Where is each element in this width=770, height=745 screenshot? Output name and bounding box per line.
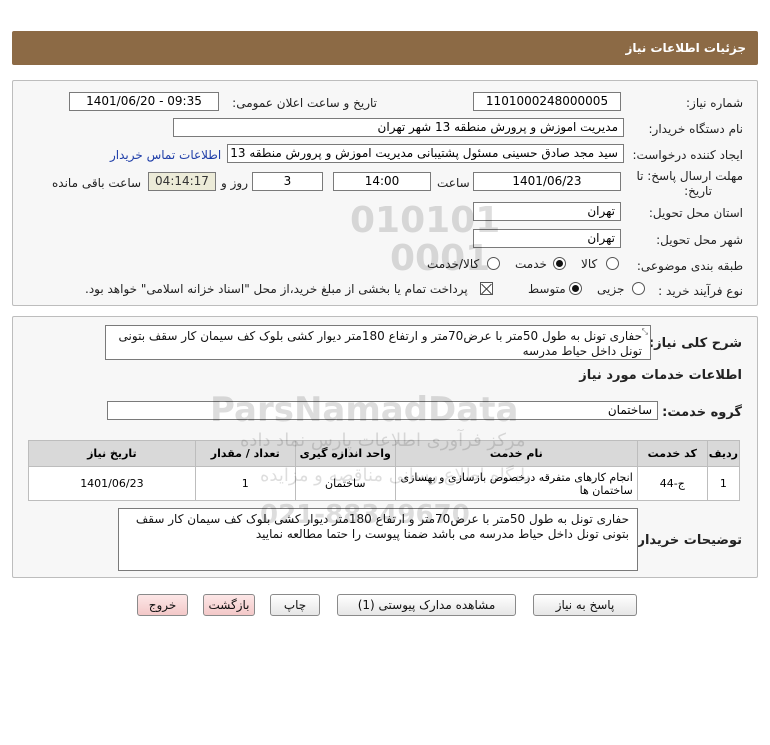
respond-button[interactable]: پاسخ به نیاز bbox=[533, 594, 637, 616]
buyer-org-label: نام دستگاه خریدار: bbox=[648, 122, 744, 136]
print-button[interactable]: چاپ bbox=[270, 594, 320, 616]
services-section-title: اطلاعات خدمات مورد نیاز bbox=[579, 368, 742, 383]
deadline-label: مهلت ارسال پاسخ: تا bbox=[636, 169, 743, 183]
buyer-notes-text: حفاری تونل به طول 50متر با عرض70متر و ار… bbox=[135, 512, 629, 541]
process-label: نوع فرآیند خرید : bbox=[658, 284, 743, 298]
buyer-org-field: مدیریت اموزش و پرورش منطقه 13 شهر تهران bbox=[173, 118, 624, 137]
announce-label: تاریخ و ساعت اعلان عمومی: bbox=[232, 96, 377, 110]
col-date: تاریخ نیاز bbox=[28, 440, 196, 467]
col-code: کد خدمت bbox=[636, 440, 708, 467]
category-radio-goods[interactable] bbox=[606, 257, 619, 270]
province-label: استان محل تحویل: bbox=[648, 206, 743, 220]
col-qty: تعداد / مقدار bbox=[194, 440, 296, 467]
col-index: ردیف bbox=[706, 440, 741, 467]
cell-code: ج-44 bbox=[636, 466, 708, 501]
col-unit: واحد اندازه گیری bbox=[294, 440, 396, 467]
exit-button[interactable]: خروج bbox=[137, 594, 188, 616]
buyer-notes-label: توضیحات خریدار: bbox=[632, 533, 742, 548]
contact-buyer-link[interactable]: اطلاعات تماس خریدار bbox=[110, 148, 221, 162]
cell-unit: ساختمان bbox=[294, 466, 396, 501]
service-group-field: ساختمان bbox=[107, 401, 658, 420]
creator-label: ایجاد کننده درخواست: bbox=[632, 148, 743, 162]
process-option-minor: جزیی bbox=[597, 282, 625, 296]
days-field: 3 bbox=[252, 172, 323, 191]
remaining-time-field: 04:14:17 bbox=[148, 172, 216, 191]
col-name: نام خدمت bbox=[394, 440, 638, 467]
city-label: شهر محل تحویل: bbox=[656, 233, 743, 247]
need-number-label: شماره نیاز: bbox=[686, 96, 743, 110]
summary-textarea: حفاری تونل به طول 50متر با عرض70متر و ار… bbox=[105, 325, 651, 360]
need-number-field: 1101000248000005 bbox=[473, 92, 621, 111]
deadline-time-field: 14:00 bbox=[333, 172, 431, 191]
summary-label: شرح کلی نیاز: bbox=[648, 336, 742, 351]
table-row: 1 ج-44 انجام کارهای متفرقه درخصوص بازساز… bbox=[28, 466, 741, 501]
treasury-checkbox[interactable] bbox=[480, 282, 493, 295]
page-header: جزئیات اطلاعات نیاز bbox=[12, 31, 758, 65]
attachments-button[interactable]: مشاهده مدارک پیوستی (1) bbox=[337, 594, 516, 616]
back-button[interactable]: بازگشت bbox=[203, 594, 255, 616]
creator-field: سید مجد صادق حسینی مسئول پشتیبانی مدیریت… bbox=[227, 144, 624, 163]
deadline-time-label: ساعت bbox=[437, 176, 470, 190]
deadline-date-field: 1401/06/23 bbox=[473, 172, 621, 191]
summary-text: حفاری تونل به طول 50متر با عرض70متر و ار… bbox=[118, 329, 642, 358]
cell-qty: 1 bbox=[194, 466, 296, 501]
resize-handle-icon: ⤡ bbox=[641, 327, 648, 336]
page-title: جزئیات اطلاعات نیاز bbox=[625, 41, 746, 55]
service-group-label: گروه خدمت: bbox=[662, 405, 742, 420]
buyer-notes-textarea: حفاری تونل به طول 50متر با عرض70متر و ار… bbox=[118, 508, 638, 571]
cell-date: 1401/06/23 bbox=[28, 466, 196, 501]
table-header-row: ردیف کد خدمت نام خدمت واحد اندازه گیری ت… bbox=[28, 440, 741, 467]
cell-index: 1 bbox=[706, 466, 741, 501]
category-option-goods: کالا bbox=[581, 257, 598, 271]
cell-name: انجام کارهای متفرقه درخصوص بازسازی و بهس… bbox=[394, 466, 638, 501]
process-option-medium: متوسط bbox=[528, 282, 566, 296]
services-table: ردیف کد خدمت نام خدمت واحد اندازه گیری ت… bbox=[28, 440, 741, 501]
category-radio-service[interactable] bbox=[553, 257, 566, 270]
process-radio-medium[interactable] bbox=[569, 282, 582, 295]
category-radio-goods-service[interactable] bbox=[487, 257, 500, 270]
remaining-label: ساعت باقی مانده bbox=[52, 176, 142, 190]
category-label: طبقه بندی موضوعی: bbox=[636, 259, 743, 273]
process-radio-minor[interactable] bbox=[632, 282, 645, 295]
category-option-service: خدمت bbox=[515, 257, 547, 271]
announce-field: 1401/06/20 - 09:35 bbox=[69, 92, 219, 111]
city-field: تهران bbox=[473, 229, 621, 248]
deadline-date-label: تاریخ: bbox=[684, 184, 712, 198]
days-label: روز و bbox=[221, 176, 248, 190]
province-field: تهران bbox=[473, 202, 621, 221]
payment-note: پرداخت تمام یا بخشی از مبلغ خرید،از محل … bbox=[85, 282, 468, 296]
category-option-goods-service: کالا/خدمت bbox=[427, 257, 480, 271]
